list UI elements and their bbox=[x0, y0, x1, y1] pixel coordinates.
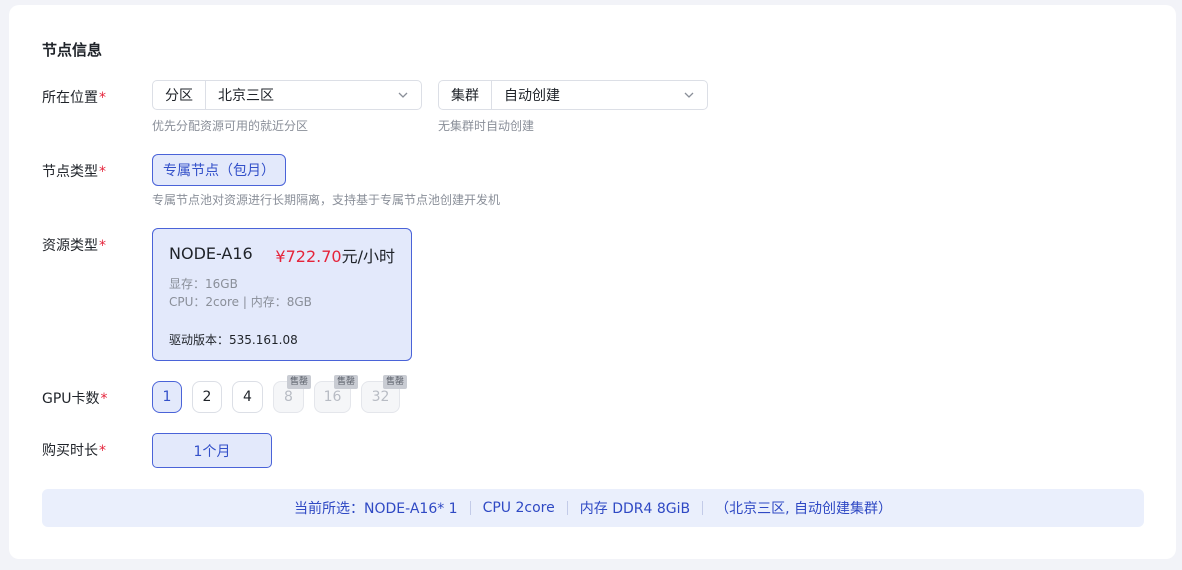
required-mark: * bbox=[100, 391, 108, 407]
sold-out-badge: 售罄 bbox=[382, 375, 407, 389]
summary-memory: 内存 DDR4 8GiB bbox=[579, 501, 691, 517]
resource-name: NODE-A16 bbox=[169, 244, 253, 263]
cluster-select[interactable]: 集群 自动创建 bbox=[438, 80, 708, 110]
required-mark: * bbox=[99, 443, 106, 459]
duration-label: 购买时长* bbox=[42, 443, 106, 459]
cluster-value: 自动创建 bbox=[504, 88, 560, 104]
divider bbox=[702, 501, 704, 515]
sold-out-badge: 售罄 bbox=[286, 375, 311, 389]
resource-vram: 显存：16GB bbox=[169, 277, 238, 291]
gpu-option-16: 16 售罄 bbox=[314, 375, 358, 413]
chevron-down-icon bbox=[397, 89, 409, 101]
required-mark: * bbox=[99, 90, 106, 106]
gpu-option-2[interactable]: 2 bbox=[192, 381, 222, 413]
selection-summary: 当前所选：NODE-A16* 1 CPU 2core 内存 DDR4 8GiB … bbox=[42, 489, 1144, 527]
resource-card-node-a16[interactable]: NODE-A16 ¥722.70元/小时 显存：16GB CPU：2core |… bbox=[152, 228, 412, 361]
sold-out-badge: 售罄 bbox=[333, 375, 358, 389]
gpu-option-8: 8 售罄 bbox=[273, 375, 311, 413]
summary-cpu: CPU 2core bbox=[482, 500, 555, 516]
node-type-label: 节点类型* bbox=[42, 164, 106, 180]
cluster-hint: 无集群时自动创建 bbox=[438, 119, 535, 133]
resource-type-label: 资源类型* bbox=[42, 238, 106, 254]
resource-cpu-mem: CPU：2core | 内存：8GB bbox=[169, 295, 312, 309]
duration-option-1-month[interactable]: 1个月 bbox=[152, 433, 272, 468]
required-mark: * bbox=[99, 164, 106, 180]
resource-driver: 驱动版本：535.161.08 bbox=[169, 333, 298, 347]
gpu-option-32: 32 售罄 bbox=[361, 375, 407, 413]
cluster-prefix: 集群 bbox=[439, 81, 492, 109]
required-mark: * bbox=[99, 238, 106, 254]
summary-selected: 当前所选：NODE-A16* 1 bbox=[293, 501, 458, 517]
zone-hint: 优先分配资源可用的就近分区 bbox=[152, 119, 309, 133]
chevron-down-icon bbox=[683, 89, 695, 101]
node-type-option-dedicated[interactable]: 专属节点（包月） bbox=[152, 154, 286, 186]
resource-price: ¥722.70元/小时 bbox=[275, 243, 395, 267]
section-title: 节点信息 bbox=[42, 41, 103, 59]
gpu-option-1[interactable]: 1 bbox=[152, 381, 182, 413]
node-type-hint: 专属节点池对资源进行长期隔离，支持基于专属节点池创建开发机 bbox=[152, 193, 501, 207]
zone-value: 北京三区 bbox=[218, 88, 274, 104]
gpu-option-4[interactable]: 4 bbox=[232, 381, 263, 413]
price-unit: 元/小时 bbox=[341, 247, 395, 266]
price-amount: ¥722.70 bbox=[275, 247, 342, 266]
divider bbox=[566, 501, 568, 515]
divider bbox=[469, 501, 471, 515]
zone-prefix: 分区 bbox=[153, 81, 206, 109]
location-label: 所在位置* bbox=[42, 90, 106, 106]
summary-location: （北京三区, 自动创建集群） bbox=[715, 501, 893, 517]
zone-select[interactable]: 分区 北京三区 bbox=[152, 80, 422, 110]
gpu-count-label: GPU卡数* bbox=[42, 391, 108, 407]
